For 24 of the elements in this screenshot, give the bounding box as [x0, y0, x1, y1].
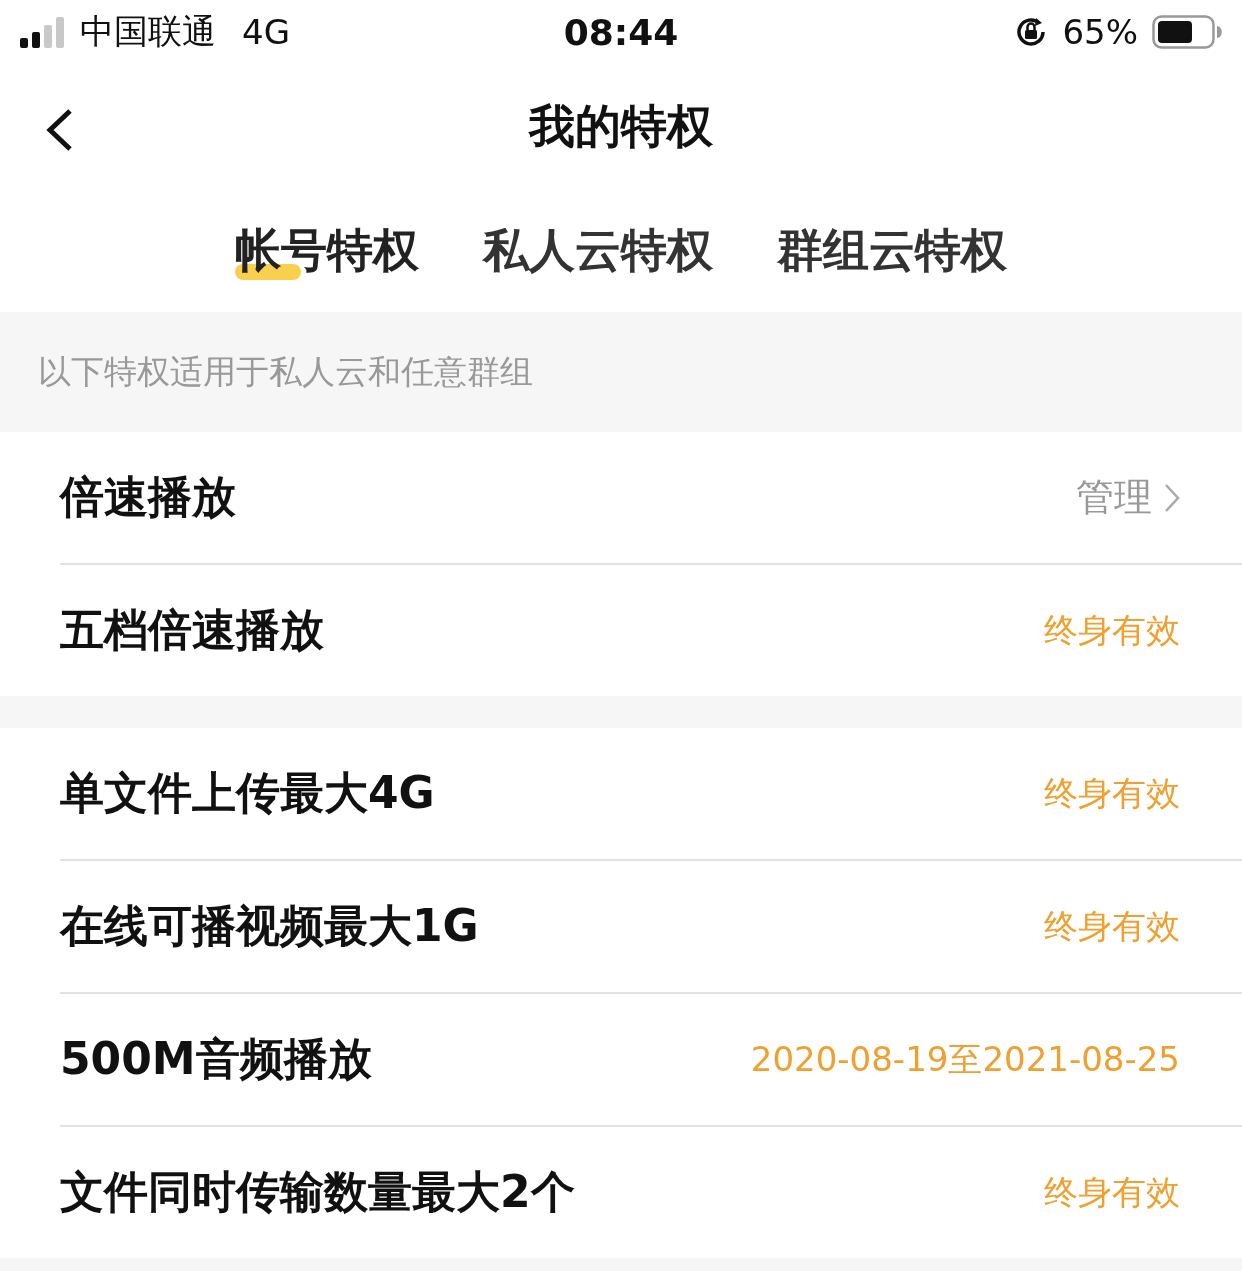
- clock-time: 08:44: [563, 11, 679, 53]
- signal-icon: [20, 16, 66, 48]
- back-icon: [44, 108, 74, 152]
- privilege-label: 500M音频播放: [60, 1032, 372, 1086]
- privilege-label: 单文件上传最大4G: [60, 766, 435, 820]
- page-title: 我的特权: [529, 98, 713, 155]
- chevron-icon: [1164, 482, 1180, 513]
- notice-text: 以下特权适用于私人云和任意群组: [38, 350, 533, 393]
- privilege-label: 五档倍速播放: [60, 603, 324, 657]
- carrier-name: 中国联通: [80, 10, 216, 53]
- validity-text: 终身有效: [1044, 771, 1180, 815]
- network-type: 4G: [242, 12, 290, 52]
- validity-text: 终身有效: [1044, 904, 1180, 948]
- battery-percent: 65%: [1062, 12, 1138, 52]
- validity-text: 终身有效: [1044, 1170, 1180, 1214]
- privilege-label: 文件同时传输数量最大2个: [60, 1165, 575, 1219]
- battery-icon: [1152, 15, 1222, 49]
- tab[interactable]: 帐号特权: [235, 220, 419, 282]
- validity-text: 2020-08-19至2021-08-25: [750, 1037, 1180, 1081]
- privilege-label: 在线可播视频最大1G: [60, 899, 479, 953]
- tab[interactable]: 私人云特权: [483, 220, 713, 282]
- tab[interactable]: 群组云特权: [777, 220, 1007, 282]
- validity-text: 终身有效: [1044, 608, 1180, 652]
- privilege-label: 倍速播放: [60, 470, 236, 524]
